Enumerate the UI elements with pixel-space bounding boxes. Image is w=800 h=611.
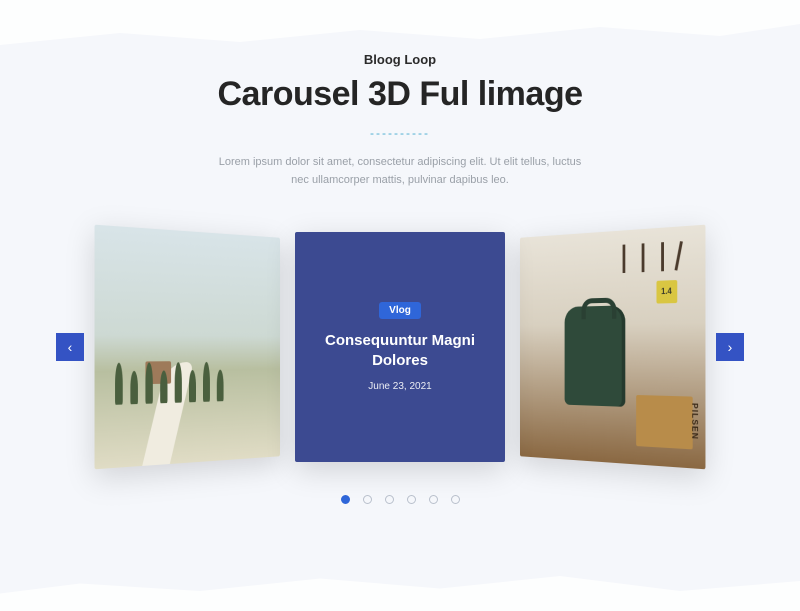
- carousel-dot-5[interactable]: [429, 495, 438, 504]
- card-title: Consequuntur Magni Dolores: [320, 331, 480, 372]
- carousel-dot-6[interactable]: [451, 495, 460, 504]
- workshop-tool-icon: [622, 245, 625, 274]
- carousel-dot-1[interactable]: [341, 495, 350, 504]
- carousel-dot-2[interactable]: [363, 495, 372, 504]
- wooden-crate: PILSEN: [637, 395, 694, 449]
- crate-label: PILSEN: [690, 403, 699, 440]
- workshop-tool-icon: [674, 241, 682, 270]
- carousel-stage: ‹ Vlog Consequuntur Magni Dolores June 2…: [70, 217, 730, 477]
- section-title: Carousel 3D Ful limage: [218, 75, 583, 114]
- carousel-dot-4[interactable]: [407, 495, 416, 504]
- carousel-prev-button[interactable]: ‹: [56, 333, 84, 361]
- chevron-right-icon: ›: [728, 339, 733, 355]
- backpack-image: [564, 305, 625, 406]
- carousel-pagination: [341, 495, 460, 504]
- card-category-badge: Vlog: [379, 302, 421, 319]
- carousel-slide-right[interactable]: 1.4 PILSEN: [520, 225, 705, 470]
- chevron-left-icon: ‹: [68, 339, 73, 355]
- carousel-slide-left[interactable]: [95, 225, 280, 470]
- carousel-next-button[interactable]: ›: [716, 333, 744, 361]
- section-divider: ----------: [370, 126, 430, 140]
- workshop-tool-icon: [661, 242, 664, 271]
- yellow-badge: 1.4: [656, 280, 677, 304]
- workshop-tool-icon: [641, 243, 644, 272]
- carousel-dot-3[interactable]: [385, 495, 394, 504]
- decorative-wave-bottom: [0, 561, 800, 611]
- section-description: Lorem ipsum dolor sit amet, consectetur …: [210, 154, 590, 189]
- section-eyebrow: Bloog Loop: [364, 52, 436, 67]
- carousel-slide-center[interactable]: Vlog Consequuntur Magni Dolores June 23,…: [295, 232, 505, 462]
- landscape-trees: [115, 342, 237, 405]
- card-date: June 23, 2021: [368, 381, 431, 392]
- section-container: Bloog Loop Carousel 3D Ful limage ------…: [0, 0, 800, 504]
